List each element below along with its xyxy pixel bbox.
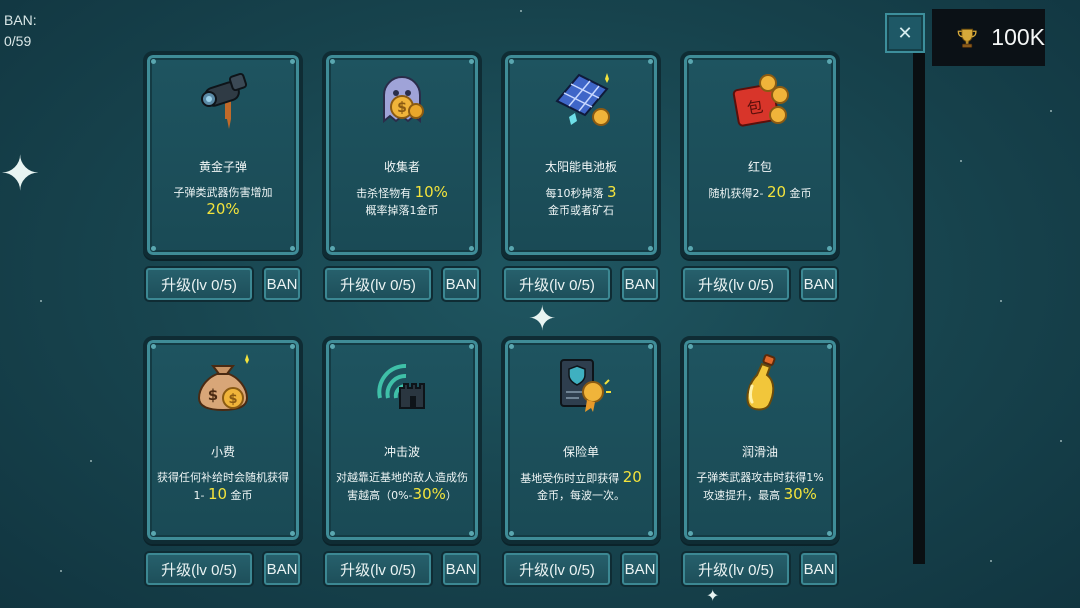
star-dot [960,160,962,162]
sparkle-decoration: ✦ [0,146,41,202]
upgrade-button[interactable]: 升级(lv 0/5) [681,551,791,587]
desc-text-post: 概率掉落1金币 [365,204,439,217]
star-dot [60,570,62,572]
card-name: 小费 [210,445,235,459]
close-button[interactable]: ✕ [885,13,925,53]
ban-button[interactable]: BAN [262,551,302,587]
upgrade-card-collector: $ 收集者 击杀怪物有 10% 概率掉落1金币 [322,51,482,259]
upgrade-card-solar-panel: 太阳能电池板 每10秒掉落 3 金币或者矿石 [501,51,661,259]
money-bag-icon: $ $ [191,352,255,416]
card-description: 基地受伤时立即获得 20 金币，每波一次。 [513,469,649,504]
desc-value: 3 [606,183,617,201]
upgrade-card-red-envelope: 包 红包 随机获得2- 20 金币 [680,51,840,259]
desc-text-post: 金币或者矿石 [548,204,614,217]
desc-text: 击杀怪物有 [356,187,412,200]
card-description: 对越靠近基地的敌人造成伤害越高（0%-30%） [334,469,470,504]
desc-text: 子弹类武器伤害增加 [173,186,273,199]
desc-text-post: 金币 [230,489,253,502]
svg-text:$: $ [397,100,407,116]
scrollbar[interactable] [913,52,925,564]
svg-text:$: $ [208,386,218,404]
card-name: 冲击波 [383,445,420,459]
desc-value: 20 [622,468,642,486]
ban-counter-label: BAN: [4,12,37,28]
bullet-turret-icon [191,67,255,131]
card-name: 红包 [747,160,772,174]
red-envelope-icon: 包 [728,67,792,131]
desc-text: 每10秒掉落 [545,187,604,200]
desc-text-post: ） [445,489,457,502]
upgrade-card-lubricant: 润滑油 子弹类武器攻击时获得1%攻速提升，最高 30% [680,336,840,544]
ban-counter: BAN: 0/59 [4,10,37,52]
desc-value: 20% [206,200,240,218]
upgrade-card-shockwave: 冲击波 对越靠近基地的敌人造成伤害越高（0%-30%） [322,336,482,544]
ghost-coin-icon: $ [370,67,434,131]
desc-text: 基地受伤时立即获得 [520,472,620,485]
star-dot [40,300,42,302]
ban-button[interactable]: BAN [799,266,839,302]
card-description: 子弹类武器伤害增加 20% [155,184,291,219]
upgrade-button[interactable]: 升级(lv 0/5) [502,266,612,302]
upgrade-button[interactable]: 升级(lv 0/5) [144,266,254,302]
trophy-icon [957,28,977,48]
desc-value: 30% [783,485,817,503]
ban-counter-value: 0/59 [4,33,32,49]
desc-value: 30% [412,485,446,503]
star-dot [990,560,992,562]
card-name: 收集者 [383,160,420,174]
card-name: 太阳能电池板 [544,160,617,174]
currency-panel: 100K [932,9,1045,66]
desc-text-post: 金币 [789,187,812,200]
insurance-policy-icon [549,352,613,416]
ban-button[interactable]: BAN [799,551,839,587]
upgrade-button[interactable]: 升级(lv 0/5) [144,551,254,587]
currency-amount: 100K [991,24,1045,50]
card-description: 每10秒掉落 3 金币或者矿石 [513,184,649,219]
close-icon: ✕ [897,22,913,44]
card-description: 获得任何补给时会随机获得1- 10 金币 [155,469,291,504]
desc-value: 20 [766,183,787,201]
shockwave-tower-icon [370,352,434,416]
desc-value: 10 [207,485,228,503]
svg-text:$: $ [228,392,237,407]
ban-button[interactable]: BAN [620,551,660,587]
desc-value: 10% [414,183,448,201]
card-description: 子弹类武器攻击时获得1%攻速提升，最高 30% [692,469,828,504]
star-dot [1060,440,1062,442]
oil-bottle-icon [728,352,792,416]
card-description: 击杀怪物有 10% 概率掉落1金币 [334,184,470,219]
card-description: 随机获得2- 20 金币 [692,184,828,202]
star-dot [90,460,92,462]
desc-text-post: 金币，每波一次。 [537,489,625,502]
ban-button[interactable]: BAN [262,266,302,302]
card-name: 润滑油 [741,445,778,459]
upgrade-button[interactable]: 升级(lv 0/5) [681,266,791,302]
upgrade-card-tip: $ $ 小费 获得任何补给时会随机获得1- 10 金币 [143,336,303,544]
ban-button[interactable]: BAN [441,551,481,587]
star-dot [1000,300,1002,302]
solar-panel-icon [549,67,613,131]
ban-button[interactable]: BAN [620,266,660,302]
upgrade-card-golden-bullet: 黄金子弹 子弹类武器伤害增加 20% [143,51,303,259]
star-dot [1050,110,1052,112]
upgrade-button[interactable]: 升级(lv 0/5) [502,551,612,587]
desc-text: 随机获得2- [708,187,764,200]
ban-button[interactable]: BAN [441,266,481,302]
upgrade-card-insurance: 保险单 基地受伤时立即获得 20 金币，每波一次。 [501,336,661,544]
svg-text:包: 包 [746,97,765,118]
card-name: 黄金子弹 [198,160,247,174]
sparkle-decoration: ✦ [706,586,720,605]
upgrade-button[interactable]: 升级(lv 0/5) [323,266,433,302]
star-dot [520,10,522,12]
card-name: 保险单 [562,445,599,459]
sparkle-decoration: ✦ [528,299,557,339]
upgrade-button[interactable]: 升级(lv 0/5) [323,551,433,587]
